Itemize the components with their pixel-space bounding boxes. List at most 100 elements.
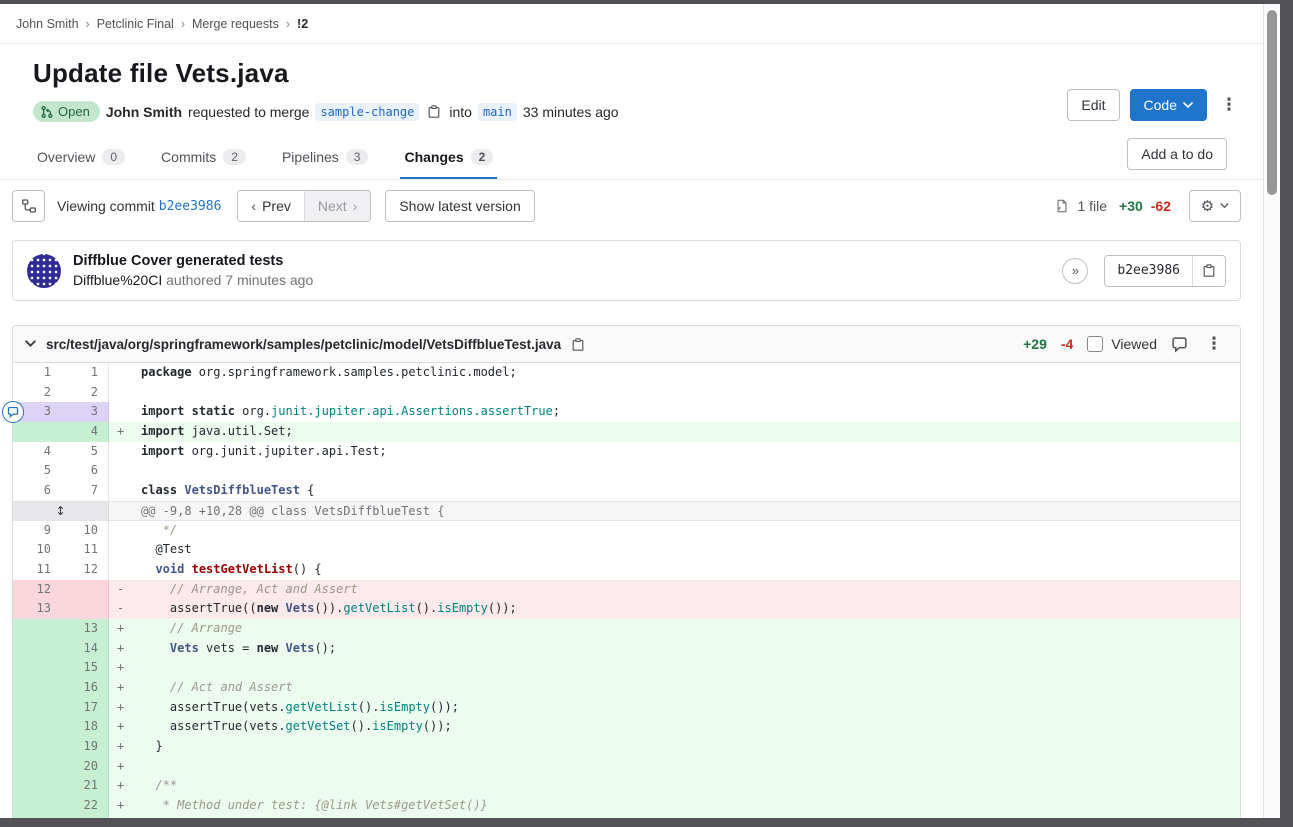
new-line-number[interactable]: 2 [61, 383, 109, 403]
page-scrollbar[interactable] [1263, 4, 1280, 818]
new-line-number[interactable]: 15 [61, 658, 109, 678]
expand-commit-description-icon[interactable]: » [1062, 258, 1088, 284]
new-line-number[interactable]: 6 [61, 461, 109, 481]
new-line-number[interactable]: 11 [61, 540, 109, 560]
old-line-number[interactable] [13, 776, 61, 796]
old-line-number[interactable] [13, 816, 61, 818]
diff-marker: + [109, 737, 133, 757]
tab-count-badge: 2 [223, 149, 246, 165]
old-line-number[interactable] [13, 639, 61, 659]
new-line-number[interactable]: 22 [61, 796, 109, 816]
new-line-number[interactable]: 13 [61, 619, 109, 639]
breadcrumb-link-project[interactable]: Petclinic Final [97, 17, 174, 31]
old-line-number[interactable]: 4 [13, 442, 61, 462]
scrollbar-thumb[interactable] [1267, 10, 1277, 195]
collapse-file-chevron-icon[interactable] [25, 340, 36, 348]
code-line: package org.springframework.samples.petc… [133, 363, 1240, 383]
code-line: // Arrange [133, 619, 1240, 639]
viewing-commit-sha-link[interactable]: b2ee3986 [159, 199, 222, 214]
new-line-number[interactable]: 19 [61, 737, 109, 757]
new-line-number[interactable]: 21 [61, 776, 109, 796]
new-line-number[interactable]: 23 [61, 816, 109, 818]
new-line-number[interactable]: 16 [61, 678, 109, 698]
copy-commit-sha-icon[interactable] [1192, 256, 1225, 286]
file-icon [1055, 198, 1069, 214]
breadcrumb-link-user[interactable]: John Smith [16, 17, 79, 31]
new-line-number[interactable]: 14 [61, 639, 109, 659]
old-line-number[interactable] [13, 619, 61, 639]
diff-file-card: src/test/java/org/springframework/sample… [12, 325, 1241, 818]
breadcrumb-link-merge-requests[interactable]: Merge requests [192, 17, 279, 31]
mr-options-kebab-icon[interactable]: ⋮ [1217, 95, 1241, 115]
new-line-number[interactable] [61, 580, 109, 600]
old-line-number[interactable] [13, 737, 61, 757]
new-line-number[interactable]: 18 [61, 717, 109, 737]
old-line-number[interactable]: 1 [13, 363, 61, 383]
old-line-number[interactable]: 5 [13, 461, 61, 481]
tab-commits[interactable]: Commits 2 [157, 149, 250, 179]
old-line-number[interactable] [13, 717, 61, 737]
new-line-number[interactable]: 12 [61, 560, 109, 580]
prev-commit-button[interactable]: ‹ Prev [238, 191, 303, 221]
old-line-number[interactable]: 9 [13, 521, 61, 541]
file-tree-icon [21, 198, 37, 214]
new-line-number[interactable] [61, 599, 109, 619]
file-path[interactable]: src/test/java/org/springframework/sample… [46, 337, 561, 352]
file-comment-icon[interactable] [1171, 336, 1188, 353]
source-branch-label[interactable]: sample-change [315, 103, 419, 121]
new-line-number[interactable]: 1 [61, 363, 109, 383]
viewed-checkbox[interactable] [1087, 336, 1103, 352]
old-line-number[interactable] [13, 698, 61, 718]
file-options-kebab-icon[interactable]: ⋮ [1202, 334, 1226, 354]
old-line-number[interactable]: 12 [13, 580, 61, 600]
show-latest-version-button[interactable]: Show latest version [385, 190, 534, 222]
avatar[interactable] [27, 254, 61, 288]
mr-created-time: 33 minutes ago [523, 104, 619, 120]
file-tree-toggle-button[interactable] [12, 190, 45, 222]
edit-button[interactable]: Edit [1067, 89, 1119, 121]
new-line-number[interactable]: 17 [61, 698, 109, 718]
add-todo-button[interactable]: Add a to do [1127, 138, 1227, 170]
tab-overview[interactable]: Overview 0 [33, 149, 129, 179]
tab-label: Overview [37, 149, 95, 165]
old-line-number[interactable] [13, 422, 61, 442]
old-line-number[interactable]: 13 [13, 599, 61, 619]
code-line [133, 461, 1240, 481]
old-line-number[interactable]: 2 [13, 383, 61, 403]
new-line-number[interactable]: 10 [61, 521, 109, 541]
commit-subtitle: Diffblue%20CI authored 7 minutes ago [73, 272, 313, 288]
new-line-number[interactable]: 3 [61, 402, 109, 422]
diff-marker: + [109, 776, 133, 796]
diff-row: 13- assertTrue((new Vets()).getVetList()… [13, 599, 1240, 619]
old-line-number[interactable] [13, 658, 61, 678]
diff-marker: + [109, 796, 133, 816]
expand-lines-icon[interactable]: ↕ [13, 502, 109, 520]
new-line-number[interactable]: 5 [61, 442, 109, 462]
diff-marker [109, 560, 133, 580]
commit-title[interactable]: Diffblue Cover generated tests [73, 253, 313, 269]
diff-row: 19+ } [13, 737, 1240, 757]
diff-settings-button[interactable]: ⚙ [1189, 190, 1241, 222]
chevron-down-icon [1220, 203, 1229, 209]
new-line-number[interactable]: 4 [61, 422, 109, 442]
copy-file-path-icon[interactable] [571, 337, 585, 352]
old-line-number[interactable]: 10 [13, 540, 61, 560]
tab-changes[interactable]: Changes 2 [400, 149, 497, 179]
target-branch-label[interactable]: main [478, 103, 517, 121]
tab-pipelines[interactable]: Pipelines 3 [278, 149, 373, 179]
old-line-number[interactable]: 6 [13, 481, 61, 501]
code-dropdown-button[interactable]: Code [1130, 89, 1207, 121]
old-line-number[interactable] [13, 796, 61, 816]
breadcrumb: John Smith › Petclinic Final › Merge req… [0, 4, 1263, 44]
copy-branch-icon[interactable] [427, 104, 441, 119]
old-line-number[interactable] [13, 757, 61, 777]
new-line-number[interactable]: 20 [61, 757, 109, 777]
old-line-number[interactable]: 11 [13, 560, 61, 580]
viewed-toggle[interactable]: Viewed [1087, 336, 1157, 352]
old-line-number[interactable] [13, 678, 61, 698]
next-commit-button[interactable]: Next › [304, 191, 370, 221]
diff-marker: - [109, 599, 133, 619]
new-line-number[interactable]: 7 [61, 481, 109, 501]
mr-author[interactable]: John Smith [106, 104, 182, 120]
diff-marker [109, 402, 133, 422]
